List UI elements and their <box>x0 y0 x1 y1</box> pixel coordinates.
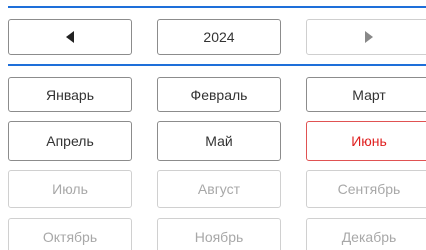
triangle-right-icon <box>365 31 373 43</box>
month-november[interactable]: Ноябрь <box>157 218 281 250</box>
month-picker: 2024 Январь Февраль Март Апрель Май Июнь… <box>0 0 426 250</box>
month-august[interactable]: Август <box>157 170 281 208</box>
month-label: Июнь <box>351 133 387 149</box>
month-july[interactable]: Июль <box>8 170 132 208</box>
month-december[interactable]: Декабрь <box>306 218 426 250</box>
prev-year-button[interactable] <box>8 19 132 55</box>
year-label-button[interactable]: 2024 <box>157 19 281 55</box>
month-label: Март <box>352 86 386 103</box>
month-label: Февраль <box>190 86 248 103</box>
month-april[interactable]: Апрель <box>8 121 132 161</box>
month-may[interactable]: Май <box>157 121 281 161</box>
month-october[interactable]: Октябрь <box>8 218 132 250</box>
month-january[interactable]: Январь <box>8 77 132 112</box>
month-february[interactable]: Февраль <box>157 77 281 112</box>
month-label: Август <box>197 181 241 197</box>
month-label: Май <box>205 133 233 149</box>
nav-divider <box>8 64 426 66</box>
next-year-button[interactable] <box>306 19 426 55</box>
month-label: Октябрь <box>42 229 98 245</box>
month-label: Апрель <box>46 133 94 149</box>
year-label: 2024 <box>203 29 235 45</box>
month-june-current[interactable]: Июнь <box>306 121 426 161</box>
month-label: Январь <box>46 86 94 103</box>
top-divider <box>8 6 426 8</box>
month-label: Сентябрь <box>337 181 401 197</box>
triangle-left-icon <box>66 31 74 43</box>
month-label: Декабрь <box>341 229 397 245</box>
month-september[interactable]: Сентябрь <box>306 170 426 208</box>
month-label: Ноябрь <box>194 229 244 245</box>
month-march[interactable]: Март <box>306 77 426 112</box>
month-label: Июль <box>52 181 88 197</box>
